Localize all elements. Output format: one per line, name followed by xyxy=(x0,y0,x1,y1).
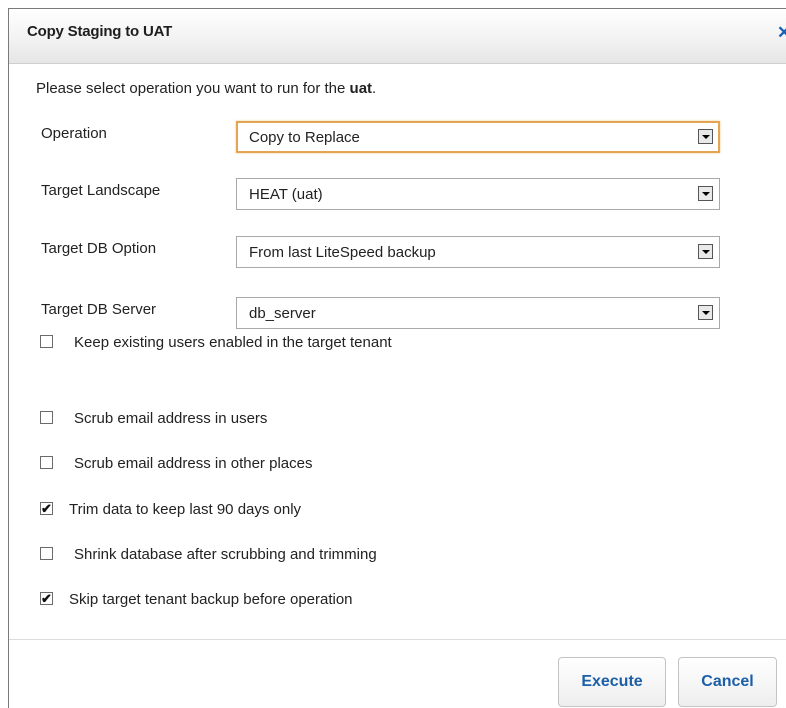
dialog-titlebar: Copy Staging to UAT ✕ xyxy=(9,9,786,64)
close-icon[interactable]: ✕ xyxy=(777,23,786,43)
option-label: Skip target tenant backup before operati… xyxy=(69,591,353,608)
checkbox-checked[interactable]: ✔ xyxy=(40,592,53,605)
operation-label: Operation xyxy=(41,125,107,142)
target-landscape-value: HEAT (uat) xyxy=(249,186,323,203)
checkbox[interactable] xyxy=(40,411,53,424)
option-label: Shrink database after scrubbing and trim… xyxy=(74,546,377,563)
target-db-option-select[interactable]: From last LiteSpeed backup xyxy=(236,236,720,268)
target-db-server-label: Target DB Server xyxy=(41,301,157,318)
option-label: Scrub email address in users xyxy=(74,410,268,427)
dialog-title: Copy Staging to UAT xyxy=(27,23,173,40)
footer-divider xyxy=(9,639,786,640)
dropdown-arrow-icon[interactable] xyxy=(698,129,713,144)
option-label: Scrub email address in other places xyxy=(74,455,313,472)
checkbox[interactable] xyxy=(40,456,53,469)
target-db-option-value: From last LiteSpeed backup xyxy=(249,244,436,261)
checkbox-checked[interactable]: ✔ xyxy=(40,502,53,515)
option-label: Keep existing users enabled in the targe… xyxy=(74,334,392,351)
checkbox[interactable] xyxy=(40,547,53,560)
operation-select[interactable]: Copy to Replace xyxy=(236,121,720,153)
dropdown-arrow-icon[interactable] xyxy=(698,305,713,320)
target-db-server-select[interactable]: db_server xyxy=(236,297,720,329)
intro-prefix: Please select operation you want to run … xyxy=(36,80,350,97)
option-label: Trim data to keep last 90 days only xyxy=(69,501,302,518)
target-db-option-label: Target DB Option xyxy=(41,240,157,257)
copy-dialog: Copy Staging to UAT ✕ Please select oper… xyxy=(8,8,786,708)
intro-suffix: . xyxy=(372,80,377,97)
operation-value: Copy to Replace xyxy=(249,129,360,146)
target-landscape-label: Target Landscape xyxy=(41,182,161,199)
dropdown-arrow-icon[interactable] xyxy=(698,186,713,201)
target-db-server-value: db_server xyxy=(249,305,316,322)
target-landscape-select[interactable]: HEAT (uat) xyxy=(236,178,720,210)
dropdown-arrow-icon[interactable] xyxy=(698,244,713,259)
checkbox[interactable] xyxy=(40,335,53,348)
intro-env: uat xyxy=(349,80,373,97)
intro-text: Please select operation you want to run … xyxy=(36,80,376,97)
